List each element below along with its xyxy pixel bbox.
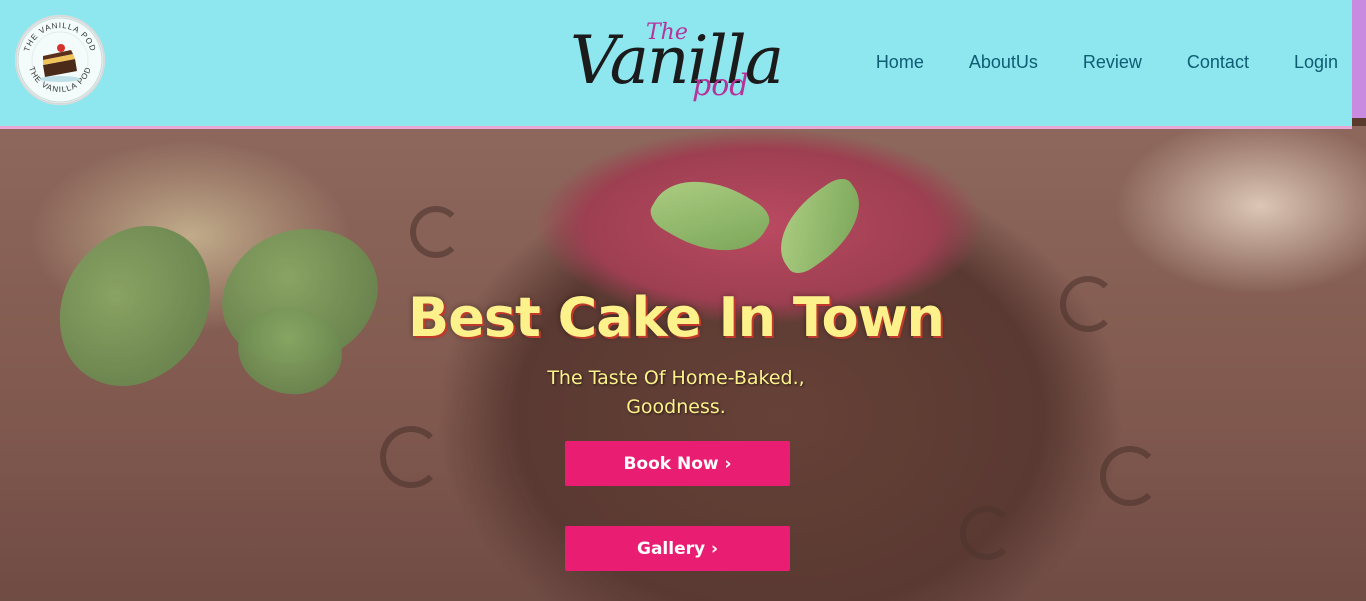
logo[interactable]: THE VANILLA POD THE VANILLA POD: [15, 15, 105, 105]
site-header: THE VANILLA POD THE VANILLA POD Vanilla …: [0, 0, 1352, 129]
book-now-button[interactable]: Book Now ›: [565, 441, 790, 486]
cake-slice-logo-icon: THE VANILLA POD THE VANILLA POD: [17, 17, 103, 103]
gallery-button[interactable]: Gallery ›: [565, 526, 790, 571]
hero-section: Best Cake In Town The Taste Of Home-Bake…: [0, 126, 1366, 601]
nav-contact[interactable]: Contact: [1187, 52, 1249, 76]
brand-pod-text: pod: [692, 68, 749, 103]
brand-wordmark[interactable]: Vanilla The pod: [560, 14, 784, 114]
scrollbar[interactable]: [1352, 0, 1366, 118]
hero-subtitle: The Taste Of Home-Baked., Goodness.: [547, 367, 805, 418]
nav-about-us[interactable]: AboutUs: [969, 52, 1038, 76]
hero-title: Best Cake In Town: [408, 286, 945, 349]
nav-login[interactable]: Login: [1294, 52, 1338, 76]
nav-home[interactable]: Home: [876, 52, 924, 76]
brand-the-text: The: [646, 20, 688, 45]
main-nav: Home AboutUs Review Contact Login: [831, 52, 1338, 76]
nav-review[interactable]: Review: [1083, 52, 1142, 76]
